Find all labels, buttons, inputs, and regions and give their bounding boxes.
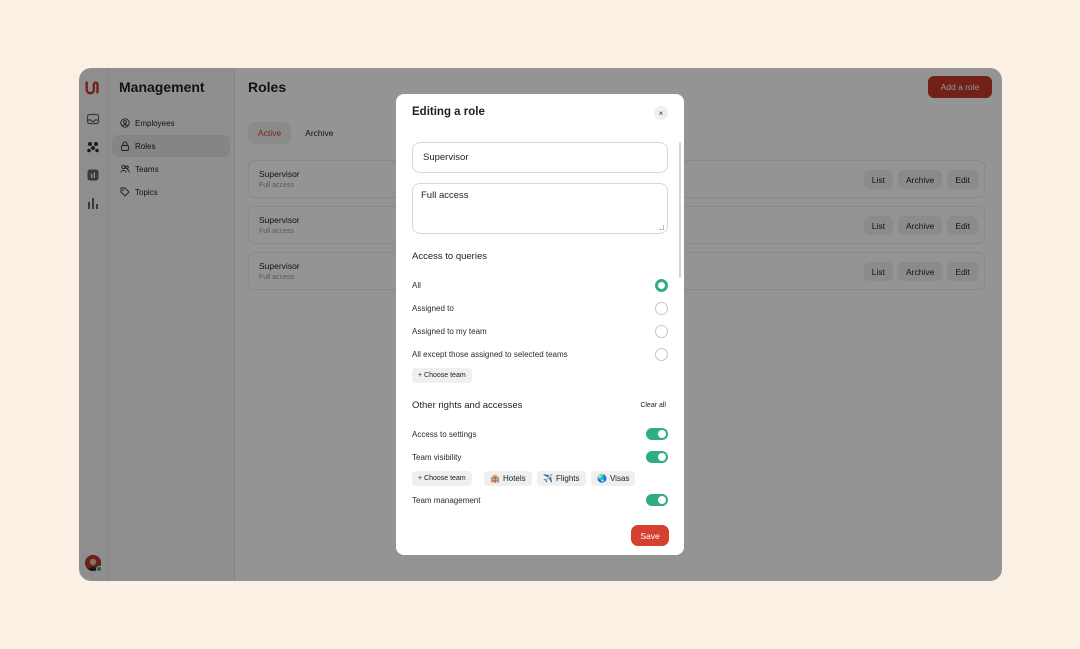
clear-all-button[interactable]: Clear all — [640, 402, 666, 409]
query-option-my-team[interactable]: Assigned to my team — [412, 324, 668, 338]
queries-section-title: Access to queries — [412, 251, 487, 262]
right-team-visibility: Team visibility — [412, 450, 668, 464]
radio-selected[interactable] — [655, 278, 668, 292]
toggle-switch[interactable] — [646, 428, 668, 440]
save-button[interactable]: Save — [631, 525, 669, 546]
other-rights-title: Other rights and accesses — [412, 400, 523, 411]
right-label: Team visibility — [412, 452, 462, 462]
airplane-icon: ✈️ — [543, 474, 553, 483]
radio-unselected[interactable] — [655, 301, 668, 315]
option-label: Assigned to — [412, 303, 454, 313]
description-text: Full access — [421, 190, 469, 201]
query-option-all[interactable]: All — [412, 278, 668, 292]
choose-team-button[interactable]: + Choose team — [412, 368, 472, 383]
edit-role-modal: Editing a role × Supervisor Full access … — [396, 94, 684, 555]
close-icon[interactable]: × — [654, 106, 668, 120]
right-label: Access to settings — [412, 429, 477, 439]
globe-icon: 🌏 — [597, 474, 607, 483]
right-label: Team management — [412, 495, 481, 505]
option-label: All — [412, 280, 421, 290]
hotel-icon: 🏨 — [490, 474, 500, 483]
modal-scrollbar[interactable] — [679, 142, 681, 278]
radio-unselected[interactable] — [655, 324, 668, 338]
modal-title: Editing a role — [412, 106, 485, 118]
toggle-switch[interactable] — [646, 451, 668, 463]
team-name: Visas — [609, 474, 630, 483]
team-chip-hotels[interactable]: 🏨 Hotels — [484, 471, 532, 486]
option-label: All except those assigned to selected te… — [412, 349, 568, 359]
query-option-except-teams[interactable]: All except those assigned to selected te… — [412, 347, 668, 361]
choose-team-button[interactable]: + Choose team — [412, 471, 472, 486]
team-name: Hotels — [502, 474, 526, 483]
right-access-settings: Access to settings — [412, 427, 668, 441]
team-chip-visas[interactable]: 🌏 Visas — [591, 471, 636, 486]
right-team-management: Team management — [412, 493, 668, 507]
role-description-textarea[interactable]: Full access — [412, 183, 668, 234]
team-name: Flights — [555, 474, 580, 483]
query-option-assigned[interactable]: Assigned to — [412, 301, 668, 315]
radio-unselected[interactable] — [655, 347, 668, 361]
role-name-input[interactable]: Supervisor — [412, 142, 668, 173]
toggle-switch[interactable] — [646, 494, 668, 506]
resize-handle-icon[interactable] — [659, 225, 664, 230]
team-chip-flights[interactable]: ✈️ Flights — [537, 471, 586, 486]
option-label: Assigned to my team — [412, 326, 487, 336]
